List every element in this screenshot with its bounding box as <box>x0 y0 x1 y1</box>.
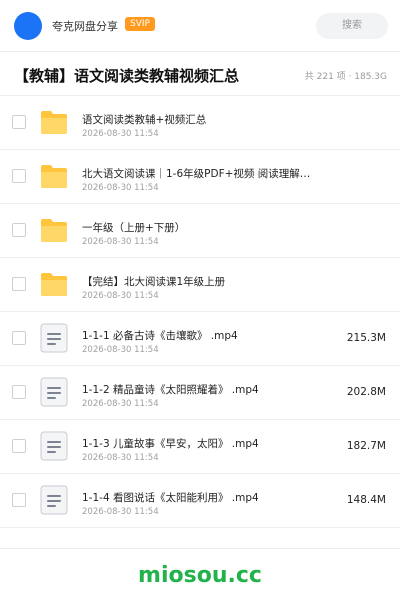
file-name: 1-1-1 必备古诗《击壤歌》 .mp4 <box>82 330 238 342</box>
file-name: 1-1-4 看图说话《太阳能利用》 .mp4 <box>82 492 259 504</box>
list-item[interactable]: 1-1-4 看图说话《太阳能利用》 .mp4 2026-08-30 11:54 … <box>0 474 400 528</box>
watermark: miosou.cc <box>138 563 262 588</box>
file-date: 2026-08-30 11:54 <box>82 507 159 517</box>
header: 夸克网盘分享 SVIP 搜索 <box>0 0 400 52</box>
list-item[interactable]: 【完结】北大阅读课1年级上册 2026-08-30 11:54 <box>0 258 400 312</box>
list-item[interactable]: 1-1-2 精品童诗《太阳照耀着》 .mp4 2026-08-30 11:54 … <box>0 366 400 420</box>
select-checkbox[interactable] <box>12 493 26 507</box>
file-date: 2026-08-30 11:54 <box>82 237 159 247</box>
folder-icon <box>38 160 70 192</box>
svip-badge: SVIP <box>125 17 155 31</box>
folder-icon <box>38 214 70 246</box>
list-item[interactable]: 1-1-1 必备古诗《击壤歌》 .mp4 2026-08-30 11:54 21… <box>0 312 400 366</box>
file-size: 202.8M <box>346 386 386 398</box>
file-date: 2026-08-30 11:54 <box>82 399 159 409</box>
select-checkbox[interactable] <box>12 331 26 345</box>
search-input[interactable]: 搜索 <box>316 13 388 39</box>
file-date: 2026-08-30 11:54 <box>82 345 159 355</box>
list-item[interactable]: 1-1-3 儿童故事《早安，太阳》 .mp4 2026-08-30 11:54 … <box>0 420 400 474</box>
select-checkbox[interactable] <box>12 169 26 183</box>
select-checkbox[interactable] <box>12 277 26 291</box>
file-name: 【完结】北大阅读课1年级上册 <box>82 276 226 288</box>
file-size: 182.7M <box>346 440 386 452</box>
avatar[interactable] <box>14 12 42 40</box>
file-date: 2026-08-30 11:54 <box>82 291 159 301</box>
folder-icon <box>38 106 70 138</box>
file-date: 2026-08-30 11:54 <box>82 453 159 463</box>
file-name: 1-1-2 精品童诗《太阳照耀着》 .mp4 <box>82 384 259 396</box>
file-list: 语文阅读类教辅+视频汇总 2026-08-30 11:54 北大语文阅读课｜1-… <box>0 96 400 528</box>
brand-name: 夸克网盘分享 <box>52 20 118 33</box>
file-icon <box>38 322 70 354</box>
file-name: 一年级（上册+下册） <box>82 222 186 234</box>
file-date: 2026-08-30 11:54 <box>82 129 159 139</box>
folder-icon <box>38 268 70 300</box>
file-name: 北大语文阅读课｜1-6年级PDF+视频 阅读理解… <box>82 168 311 180</box>
select-checkbox[interactable] <box>12 385 26 399</box>
folder-stats: 共 221 项 · 185.3G <box>304 72 387 82</box>
file-name: 语文阅读类教辅+视频汇总 <box>82 114 207 126</box>
file-name: 1-1-3 儿童故事《早安，太阳》 .mp4 <box>82 438 259 450</box>
file-size: 148.4M <box>346 494 386 506</box>
file-icon <box>38 430 70 462</box>
list-item[interactable]: 北大语文阅读课｜1-6年级PDF+视频 阅读理解… 2026-08-30 11:… <box>0 150 400 204</box>
file-size: 215.3M <box>346 332 386 344</box>
select-checkbox[interactable] <box>12 115 26 129</box>
list-item[interactable]: 语文阅读类教辅+视频汇总 2026-08-30 11:54 <box>0 96 400 150</box>
page-title: 【教辅】语文阅读类教辅视频汇总 <box>14 67 240 85</box>
file-date: 2026-08-30 11:54 <box>82 183 159 193</box>
list-item[interactable]: 一年级（上册+下册） 2026-08-30 11:54 <box>0 204 400 258</box>
file-icon <box>38 484 70 516</box>
select-checkbox[interactable] <box>12 223 26 237</box>
file-icon <box>38 376 70 408</box>
footer: miosou.cc <box>0 548 400 600</box>
folder-title-bar: 【教辅】语文阅读类教辅视频汇总 共 221 项 · 185.3G <box>0 52 400 96</box>
select-checkbox[interactable] <box>12 439 26 453</box>
